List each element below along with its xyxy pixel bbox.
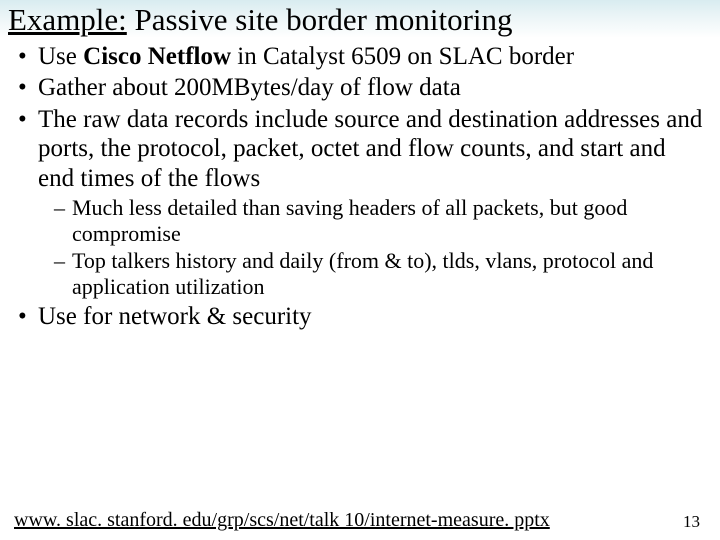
sub-bullet-text: Much less detailed than saving headers o… (72, 195, 627, 246)
footer-link[interactable]: www. slac. stanford. edu/grp/scs/net/tal… (14, 509, 550, 532)
bullet-item: Use for network & security (14, 302, 706, 332)
bullet-item: Use Cisco Netflow in Catalyst 6509 on SL… (14, 42, 706, 72)
page-number: 13 (683, 512, 706, 532)
title-rest: Passive site border monitoring (127, 2, 513, 37)
slide-footer: www. slac. stanford. edu/grp/scs/net/tal… (0, 509, 720, 532)
bullet-list: Use Cisco Netflow in Catalyst 6509 on SL… (14, 42, 706, 332)
sub-bullet-list: Much less detailed than saving headers o… (38, 195, 706, 300)
bullet-text: Gather about 200MBytes/day of flow data (38, 74, 461, 101)
bullet-item: Gather about 200MBytes/day of flow data (14, 73, 706, 103)
sub-bullet-text: Top talkers history and daily (from & to… (72, 248, 653, 299)
bullet-text: The raw data records include source and … (38, 106, 702, 192)
slide-body: Use Cisco Netflow in Catalyst 6509 on SL… (0, 38, 720, 332)
bullet-text-post: in Catalyst 6509 on SLAC border (231, 43, 574, 70)
bullet-item: The raw data records include source and … (14, 105, 706, 300)
sub-bullet-item: Much less detailed than saving headers o… (54, 195, 706, 247)
bullet-text: Use for network & security (38, 303, 312, 330)
slide-title: Example: Passive site border monitoring (0, 0, 720, 38)
sub-bullet-item: Top talkers history and daily (from & to… (54, 248, 706, 300)
title-underlined: Example: (8, 2, 127, 37)
bullet-text-pre: Use (38, 43, 83, 70)
bullet-text-bold: Cisco Netflow (83, 43, 231, 70)
